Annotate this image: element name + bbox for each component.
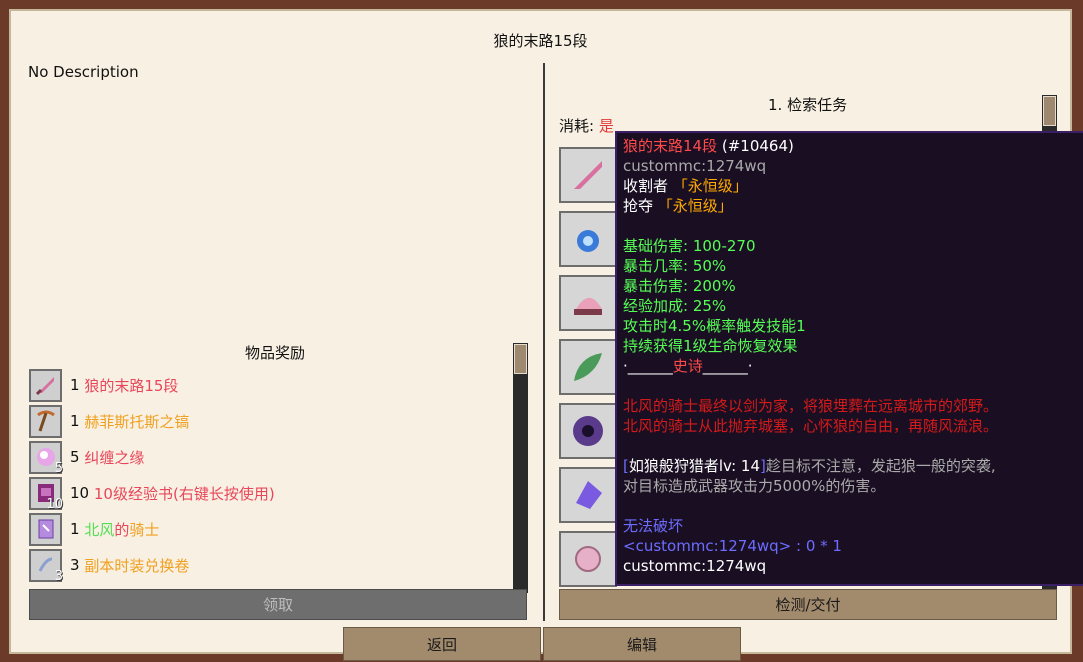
tooltip-rarity-left: ·______ — [623, 357, 673, 375]
scroll-icon[interactable]: 3 — [29, 548, 63, 584]
consume-line: 消耗: 是 — [559, 115, 614, 136]
tooltip-plunder-value: 「永恒级」 — [657, 197, 733, 215]
rewards-scrollbar[interactable] — [513, 343, 528, 593]
sparkle-orb-icon[interactable]: 5 — [29, 440, 63, 476]
reward-name-part: 北风 — [84, 520, 115, 539]
tooltip-skill-level: 14 — [740, 457, 761, 475]
tooltip-footer-owner: custommc:1274wq — [623, 557, 767, 575]
tooltip-skill-desc: 对目标造成武器攻击力5000%的伤害。 — [623, 477, 886, 495]
item-tooltip: 狼的末路14段 (#10464) custommc:1274wq 收割者 「永恒… — [615, 131, 1083, 586]
slot-count: 10 — [46, 496, 63, 512]
tooltip-rarity-right: ______· — [702, 357, 753, 375]
tooltip-lore: 北风的骑士最终以剑为家，将狼埋葬在远离城市的郊野。 — [623, 397, 999, 415]
consume-value: 是 — [598, 117, 614, 135]
pickaxe-icon[interactable] — [29, 404, 62, 438]
edit-button[interactable]: 编辑 — [543, 627, 741, 661]
tooltip-owner: custommc:1274wq — [623, 157, 767, 175]
task-header: 1. 检索任务 — [768, 96, 848, 114]
dagger-icon[interactable] — [559, 147, 617, 203]
reward-item[interactable]: 1 狼的末路15段 — [29, 367, 499, 403]
scrollbar-thumb[interactable] — [1043, 96, 1056, 126]
tooltip-stat: 经验加成: 25% — [623, 297, 727, 315]
slot-count: 5 — [54, 460, 63, 476]
reward-item[interactable]: 10 10 10级经验书(右键长按使用) — [29, 475, 499, 512]
tooltip-lore: 北风的骑士从此抛弃城塞，心怀狼的自由，再随风流浪。 — [623, 417, 999, 435]
pink-orb-icon[interactable] — [559, 531, 617, 587]
book-icon[interactable]: 10 — [29, 476, 63, 512]
tooltip-item-name: 狼的末路14段 — [623, 137, 718, 155]
crystal-icon[interactable] — [559, 467, 617, 523]
tooltip-skill-name: 如狼般狩猎者lv: — [628, 457, 737, 475]
tooltip-nbt: <custommc:1274wq> : 0 * 1 — [623, 537, 842, 555]
reward-count: 1 — [70, 376, 80, 394]
detect-submit-button[interactable]: 检测/交付 — [559, 589, 1057, 620]
claim-button[interactable]: 领取 — [29, 589, 527, 620]
tooltip-item-id: (#10464) — [721, 137, 794, 155]
tooltip-rarity: 史诗 — [672, 357, 703, 375]
feather-icon[interactable] — [559, 339, 617, 395]
knight-card-icon[interactable] — [29, 512, 62, 546]
blue-orb-icon[interactable] — [559, 211, 617, 267]
reward-list: 1 狼的末路15段 1 赫菲斯托斯之镐 5 5 纠缠之缘 10 10 10级经验… — [29, 367, 499, 584]
reward-name: 10级经验书(右键长按使用) — [93, 484, 275, 503]
reward-name-part: 骑士 — [129, 520, 160, 539]
reward-item[interactable]: 3 3 副本时装兑换卷 — [29, 547, 499, 584]
reward-count: 10 — [70, 484, 90, 502]
reward-name: 副本时装兑换卷 — [84, 556, 190, 575]
task-slot-list — [559, 147, 617, 595]
slot-count: 3 — [54, 568, 63, 584]
tooltip-stat: 暴击几率: 50% — [623, 257, 727, 275]
tooltip-stat: 基础伤害: 100-270 — [623, 237, 756, 255]
tooltip-stat: 持续获得1级生命恢复效果 — [623, 337, 798, 355]
tooltip-stat: 攻击时4.5%概率触发技能1 — [623, 317, 806, 335]
dialog-title: 狼的末路15段 — [493, 32, 588, 50]
reward-item[interactable]: 1 赫菲斯托斯之镐 — [29, 403, 499, 439]
tooltip-reaper-label: 收割者 — [623, 177, 669, 195]
tooltip-reaper-value: 「永恒级」 — [672, 177, 748, 195]
reward-name: 狼的末路15段 — [84, 376, 179, 395]
tooltip-stat: 暴击伤害: 200% — [623, 277, 736, 295]
reward-item[interactable]: 5 5 纠缠之缘 — [29, 439, 499, 476]
reward-count: 1 — [70, 412, 80, 430]
dagger-icon[interactable] — [29, 368, 62, 402]
reward-name: 赫菲斯托斯之镐 — [84, 412, 190, 431]
scrollbar-thumb[interactable] — [514, 344, 527, 374]
reward-name-part: 的 — [114, 520, 130, 539]
tooltip-skill-desc: 趁目标不注意，发起狼一般的突袭, — [765, 457, 996, 475]
reward-count: 3 — [70, 556, 80, 574]
panel-divider — [543, 63, 545, 621]
tooltip-plunder-label: 抢夺 — [623, 197, 654, 215]
back-button[interactable]: 返回 — [343, 627, 541, 661]
tooltip-unbreakable: 无法破坏 — [623, 517, 684, 535]
reward-item[interactable]: 1 北风的骑士 — [29, 511, 499, 547]
reward-count: 5 — [70, 448, 80, 466]
consume-label: 消耗: — [559, 117, 595, 135]
reward-count: 1 — [70, 520, 80, 538]
quest-description: No Description — [28, 63, 139, 81]
rewards-header: 物品奖励 — [245, 344, 306, 362]
hat-icon[interactable] — [559, 275, 617, 331]
reward-name: 纠缠之缘 — [84, 448, 145, 467]
vortex-icon[interactable] — [559, 403, 617, 459]
